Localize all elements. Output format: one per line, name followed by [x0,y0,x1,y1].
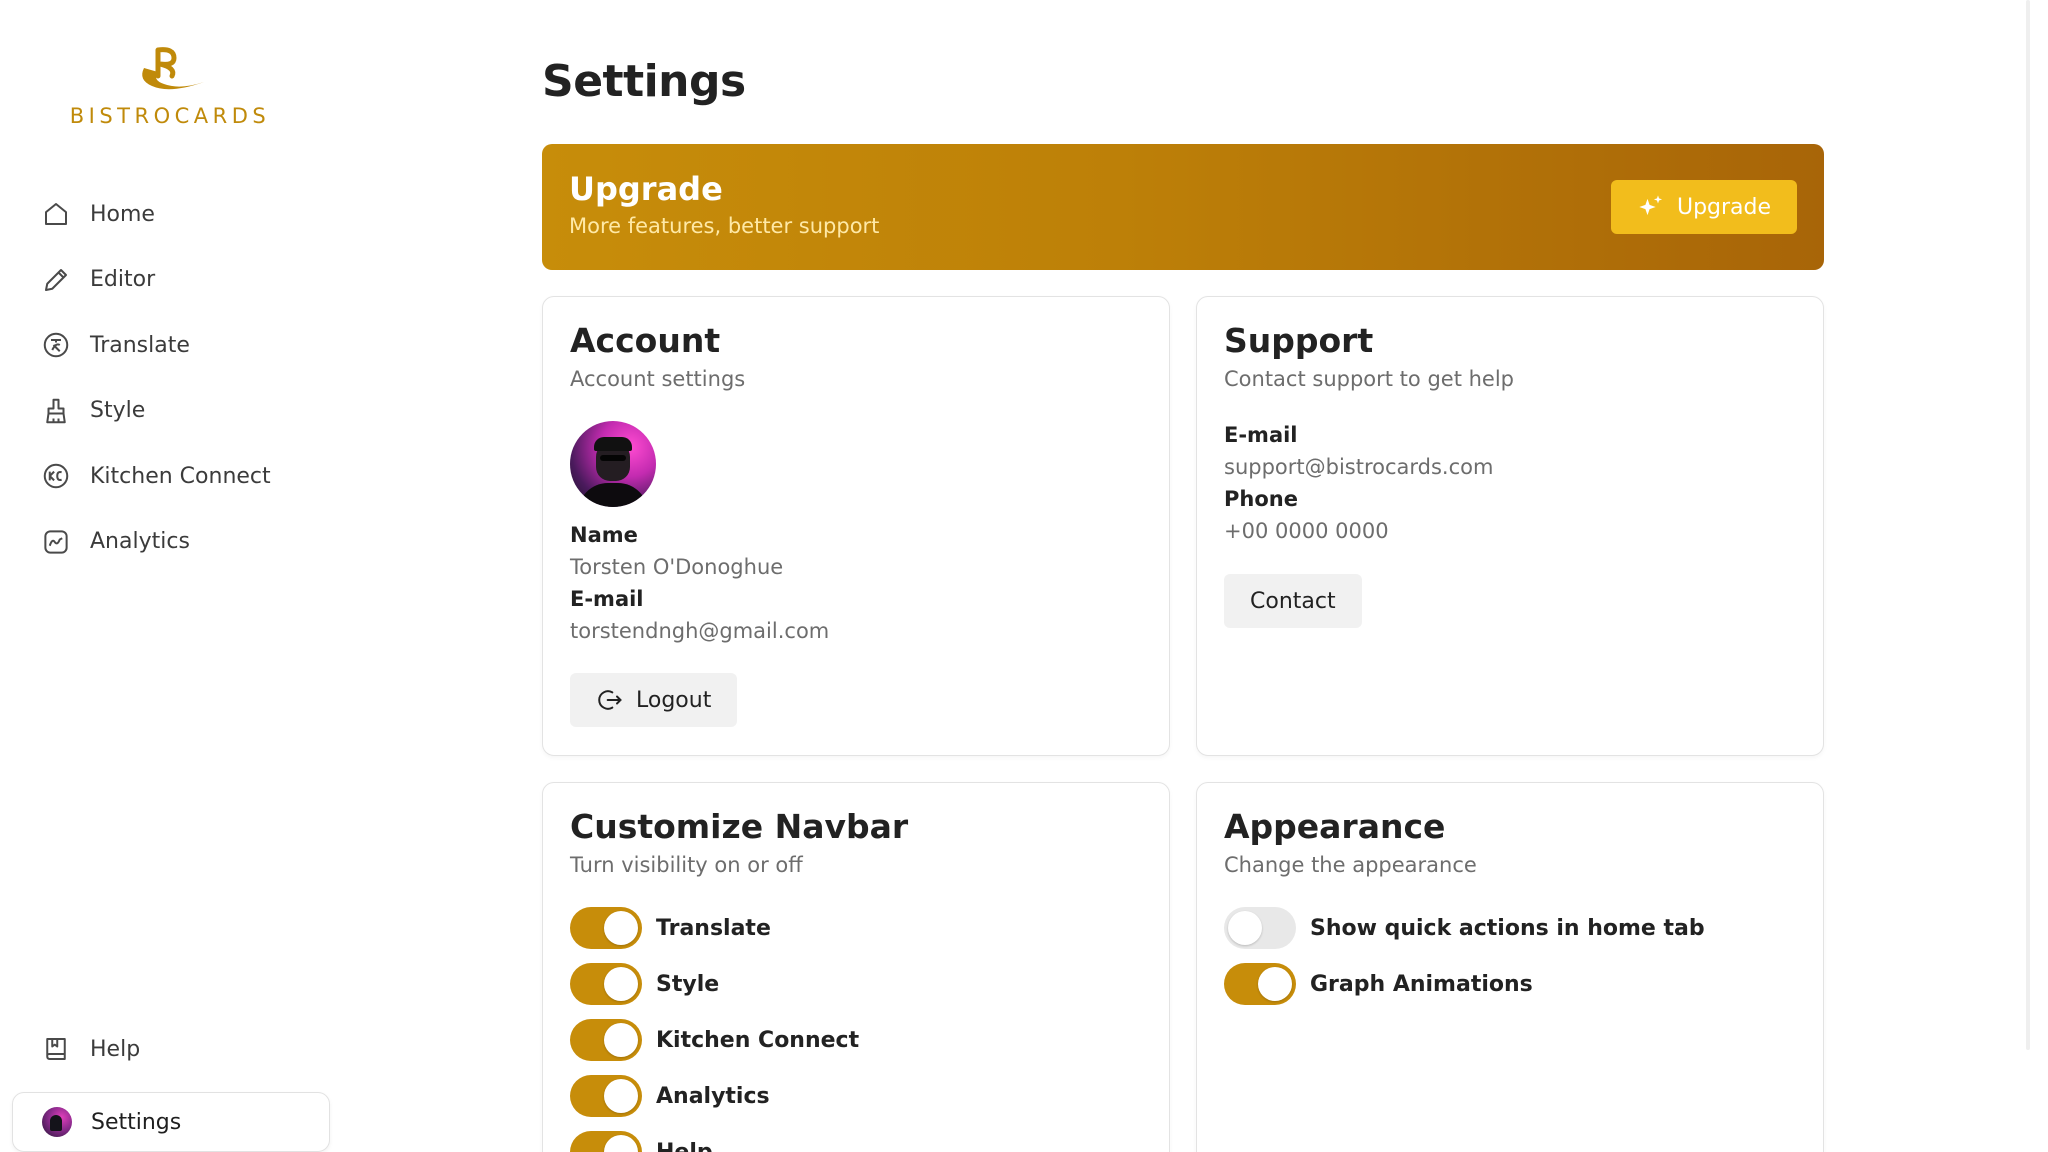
support-email-label: E-mail [1224,423,1298,447]
support-phone-label: Phone [1224,487,1298,511]
contact-label: Contact [1250,588,1336,614]
sidebar-item-translate[interactable]: Translate [28,323,328,367]
pencil-icon [40,264,72,296]
toggle-row-translate: Translate [570,907,771,949]
toggle-style[interactable] [570,963,642,1005]
logout-icon [598,690,622,710]
brand-logo[interactable]: BISTROCARDS [60,46,280,136]
analytics-icon [40,526,72,558]
toggle-row-help: Help [570,1131,713,1152]
toggle-label: Kitchen Connect [656,1027,860,1053]
sidebar-item-home[interactable]: Home [28,192,328,236]
upgrade-button-label: Upgrade [1676,194,1772,220]
support-email-value: support@bistrocards.com [1224,455,1494,479]
toggle-label: Analytics [656,1083,770,1109]
toggle-analytics[interactable] [570,1075,642,1117]
toggle-label: Show quick actions in home tab [1310,915,1705,941]
toggle-label: Style [656,971,720,997]
customize-navbar-card: Customize Navbar Turn visibility on or o… [542,782,1170,1152]
email-label: E-mail [570,587,644,611]
support-subtitle: Contact support to get help [1224,367,1514,391]
name-value: Torsten O'Donoghue [570,555,784,579]
sidebar-item-label: Translate [90,332,190,358]
support-title: Support [1224,321,1374,360]
contact-button[interactable]: Contact [1224,574,1362,628]
toggle-label: Graph Animations [1310,971,1533,997]
sidebar-item-style[interactable]: Style [28,389,328,433]
translate-icon [40,329,72,361]
toggle-row-graph-animations: Graph Animations [1224,963,1533,1005]
app-root: BISTROCARDS Home Editor Translate Style … [0,0,2048,1152]
logout-button[interactable]: Logout [570,673,738,727]
navbar-title: Customize Navbar [570,807,909,846]
sidebar-bottom: Help Settings [12,1026,330,1152]
sidebar-nav: Home Editor Translate Style Kitchen Conn… [28,192,328,585]
toggle-label: Help [656,1139,713,1152]
sidebar-item-help[interactable]: Help [12,1026,330,1072]
book-icon [40,1033,72,1065]
toggle-translate[interactable] [570,907,642,949]
page-title: Settings [542,56,746,107]
upgrade-button[interactable]: Upgrade [1611,180,1797,234]
toggle-quick-actions[interactable] [1224,907,1296,949]
support-phone-value: +00 0000 0000 [1224,519,1389,543]
account-title: Account [570,321,721,360]
support-card: Support Contact support to get help E-ma… [1196,296,1824,756]
avatar[interactable] [570,421,656,507]
toggle-help[interactable] [570,1131,642,1152]
appearance-card: Appearance Change the appearance Show qu… [1196,782,1824,1152]
toggle-graph-animations[interactable] [1224,963,1296,1005]
brand-name: BISTROCARDS [69,104,271,128]
email-value: torstendngh@gmail.com [570,619,830,643]
account-card: Account Account settings Name Torsten O'… [542,296,1170,756]
sidebar-item-label: Editor [90,267,156,292]
toggle-label: Translate [656,915,771,941]
appearance-title: Appearance [1224,807,1446,846]
toggle-row-quick-actions: Show quick actions in home tab [1224,907,1705,949]
account-subtitle: Account settings [570,367,746,391]
sidebar-item-settings[interactable]: Settings [12,1092,330,1152]
logo-mark-icon [142,47,204,90]
toggle-kitchen-connect[interactable] [570,1019,642,1061]
sidebar-item-label: Settings [91,1109,182,1135]
upgrade-subtitle: More features, better support [569,214,880,238]
appearance-subtitle: Change the appearance [1224,853,1477,877]
settings-avatar [41,1106,73,1138]
upgrade-banner: Upgrade More features, better support Up… [542,144,1824,270]
home-icon [40,198,72,230]
toggle-row-style: Style [570,963,719,1005]
sidebar-item-kitchen-connect[interactable]: Kitchen Connect [28,454,328,498]
toggle-row-analytics: Analytics [570,1075,770,1117]
sidebar-item-label: Help [90,1036,141,1062]
sidebar-item-label: Kitchen Connect [90,463,271,489]
sparkle-icon [1639,195,1663,216]
sidebar-item-editor[interactable]: Editor [28,258,328,302]
toggle-row-kitchen-connect: Kitchen Connect [570,1019,859,1061]
name-label: Name [570,523,638,547]
sidebar-item-label: Analytics [90,529,190,554]
avatar [42,1107,72,1137]
scrollbar[interactable] [2026,0,2040,1050]
sidebar: BISTROCARDS Home Editor Translate Style … [0,0,340,1152]
sidebar-item-analytics[interactable]: Analytics [28,520,328,564]
upgrade-title: Upgrade [569,170,723,208]
logout-label: Logout [636,687,712,713]
sidebar-item-label: Home [90,201,155,227]
brush-icon [40,395,72,427]
sidebar-item-label: Style [90,398,146,423]
scrollbar-thumb[interactable] [2026,0,2030,1050]
navbar-subtitle: Turn visibility on or off [570,853,803,877]
kitchen-connect-icon [40,460,72,492]
